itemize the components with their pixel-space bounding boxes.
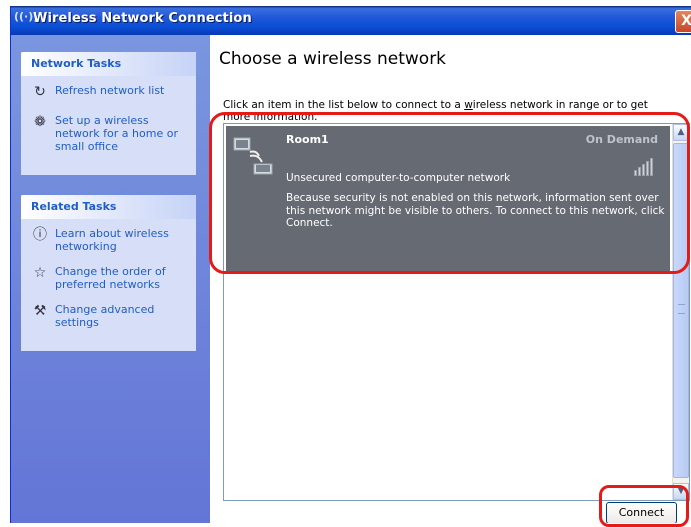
task-label: Set up a wireless network for a home or … xyxy=(55,114,178,153)
change-advanced-settings-link[interactable]: ⚒ Change advanced settings xyxy=(31,303,190,329)
change-order-link[interactable]: ☆ Change the order of preferred networks xyxy=(31,265,190,291)
star-icon: ☆ xyxy=(33,265,47,281)
wireless-icon: ((·)) xyxy=(14,10,39,23)
page-title: Choose a wireless network xyxy=(219,49,447,69)
instruction-pre: Click an item in the list below to conne… xyxy=(223,99,465,111)
highlight-connect-button xyxy=(599,485,689,527)
network-tasks-header[interactable]: Network Tasks xyxy=(21,52,196,76)
related-tasks-header[interactable]: Related Tasks xyxy=(21,195,196,219)
task-label: Change the order of preferred networks xyxy=(55,265,166,291)
main-pane: Choose a wireless network Click an item … xyxy=(210,35,691,523)
task-label: Change advanced settings xyxy=(55,303,155,329)
refresh-network-list-link[interactable]: ↻ Refresh network list xyxy=(31,84,190,102)
wireless-setup-icon: ❁ xyxy=(34,114,46,130)
task-pane: Network Tasks ↻ Refresh network list ❁ S… xyxy=(11,35,210,523)
instruction-accesskey: w xyxy=(464,99,473,111)
learn-wireless-link[interactable]: ⓘ Learn about wireless networking xyxy=(31,227,190,253)
task-label: Learn about wireless networking xyxy=(55,227,169,253)
info-icon: ⓘ xyxy=(33,227,47,243)
window-title: Wireless Network Connection xyxy=(33,11,252,26)
title-bar[interactable]: ((·)) Wireless Network Connection X xyxy=(11,6,691,35)
highlight-network-item xyxy=(209,112,690,274)
related-tasks-panel: Related Tasks ⓘ Learn about wireless net… xyxy=(21,195,196,351)
network-tasks-panel: Network Tasks ↻ Refresh network list ❁ S… xyxy=(21,52,196,175)
setup-wireless-network-link[interactable]: ❁ Set up a wireless network for a home o… xyxy=(31,114,190,153)
close-button[interactable]: X xyxy=(675,10,691,33)
task-label: Refresh network list xyxy=(55,84,165,97)
refresh-icon: ↻ xyxy=(34,84,46,100)
settings-icon: ⚒ xyxy=(33,303,47,319)
